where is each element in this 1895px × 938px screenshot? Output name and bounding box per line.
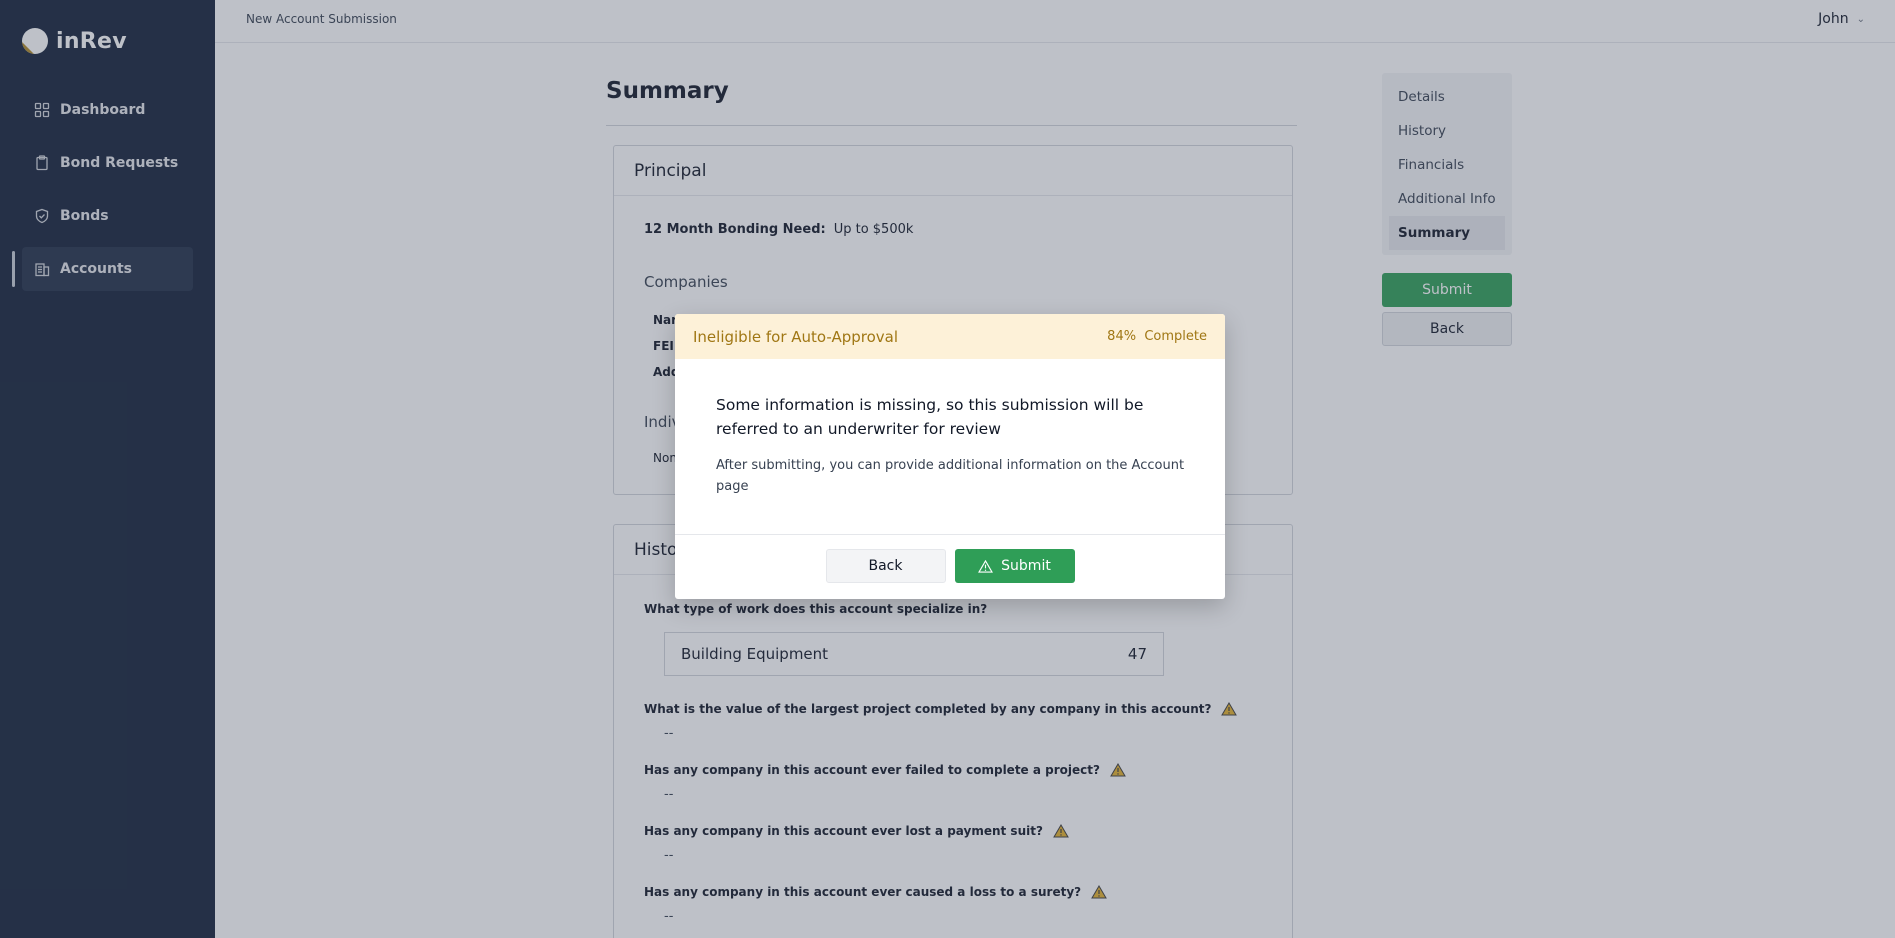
modal-message: Some information is missing, so this sub… [716, 396, 1144, 438]
modal-header: Ineligible for Auto-Approval 84% Complet… [675, 314, 1225, 359]
modal-back-button[interactable]: Back [825, 549, 946, 583]
modal-body: Some information is missing, so this sub… [675, 359, 1225, 535]
auto-approval-modal: Ineligible for Auto-Approval 84% Complet… [675, 314, 1225, 599]
completion-percent: 84% [1107, 329, 1137, 344]
warning-icon [978, 559, 994, 573]
modal-note: After submitting, you can provide additi… [716, 458, 1185, 494]
modal-submit-label: Submit [1001, 558, 1051, 574]
completion-label: Complete [1144, 329, 1207, 344]
modal-footer: Back Submit [675, 535, 1225, 583]
modal-title: Ineligible for Auto-Approval [693, 327, 899, 346]
completion-status: 84% Complete [1107, 329, 1207, 344]
modal-submit-button[interactable]: Submit [954, 549, 1075, 583]
